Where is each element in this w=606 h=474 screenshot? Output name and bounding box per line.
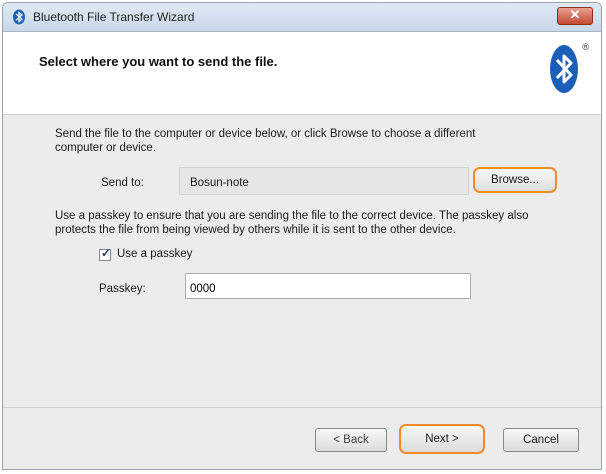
window-title: Bluetooth File Transfer Wizard xyxy=(33,10,195,24)
wizard-header: Select where you want to send the file. … xyxy=(3,32,601,115)
title-bar[interactable]: Bluetooth File Transfer Wizard ✕ xyxy=(3,3,601,32)
cancel-button[interactable]: Cancel xyxy=(503,428,579,452)
back-button[interactable]: < Back xyxy=(315,428,387,452)
use-passkey-label[interactable]: Use a passkey xyxy=(117,248,192,260)
passkey-input[interactable] xyxy=(185,273,471,299)
registered-mark: ® xyxy=(582,42,589,52)
passkey-description: Use a passkey to ensure that you are sen… xyxy=(55,210,529,236)
passkey-label: Passkey: xyxy=(99,283,146,295)
page-title: Select where you want to send the file. xyxy=(39,54,278,69)
wizard-content: Send the file to the computer or device … xyxy=(3,115,601,405)
wizard-window: Bluetooth File Transfer Wizard ✕ Select … xyxy=(2,2,602,470)
bluetooth-icon xyxy=(550,45,578,93)
bluetooth-small-icon xyxy=(13,9,25,25)
send-to-value: Bosun-note xyxy=(179,167,469,195)
next-button[interactable]: Next > xyxy=(399,424,485,454)
use-passkey-checkbox[interactable]: ✓ xyxy=(99,246,112,261)
send-to-label: Send to: xyxy=(101,177,144,189)
wizard-footer: < Back Next > Cancel xyxy=(3,407,601,469)
send-description: Send the file to the computer or device … xyxy=(55,128,476,154)
close-icon: ✕ xyxy=(569,7,581,22)
browse-button[interactable]: Browse... xyxy=(473,167,557,193)
checkmark-icon: ✓ xyxy=(101,246,112,260)
close-button[interactable]: ✕ xyxy=(557,7,593,25)
